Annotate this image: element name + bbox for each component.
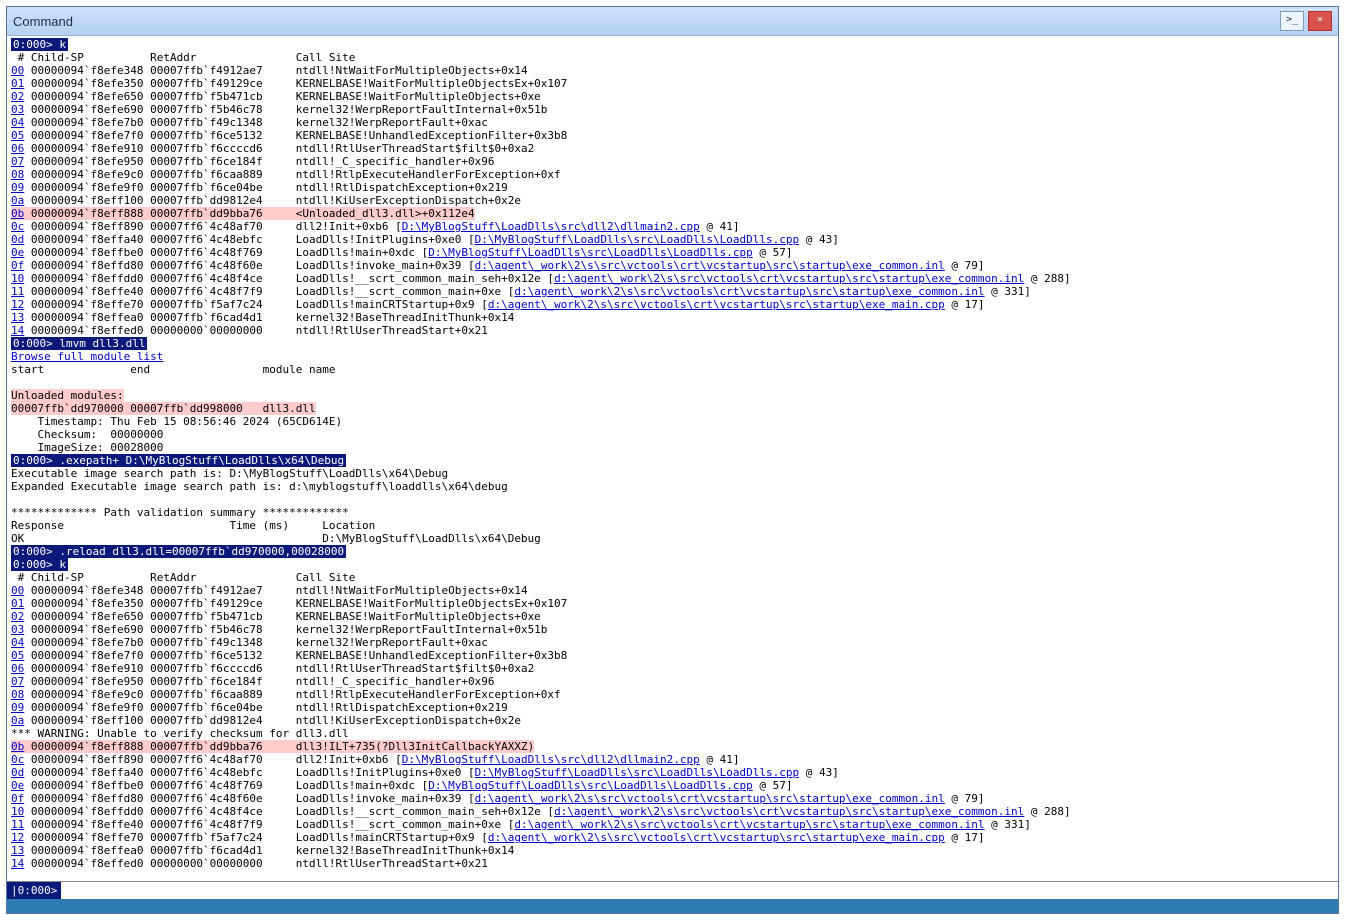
frame-link[interactable]: 10 — [11, 272, 24, 285]
source-link[interactable]: d:\agent\_work\2\s\src\vctools\crt\vcsta… — [475, 792, 945, 805]
prompt: 0:000> k — [11, 38, 68, 51]
frame-link[interactable]: 0e — [11, 779, 24, 792]
frame-link[interactable]: 08 — [11, 688, 24, 701]
frame-link[interactable]: 12 — [11, 298, 24, 311]
output-pane[interactable]: 0:000> k # Child-SP RetAddr Call Site 00… — [7, 36, 1338, 881]
frame-link[interactable]: 0f — [11, 792, 24, 805]
frame-link[interactable]: 0a — [11, 714, 24, 727]
frame-link[interactable]: 00 — [11, 64, 24, 77]
frame-link[interactable]: 0c — [11, 753, 24, 766]
prompt: 0:000> k — [11, 558, 68, 571]
frame-link[interactable]: 11 — [11, 818, 24, 831]
source-link[interactable]: d:\agent\_work\2\s\src\vctools\crt\vcsta… — [514, 818, 984, 831]
source-link[interactable]: d:\agent\_work\2\s\src\vctools\crt\vcsta… — [475, 259, 945, 272]
frame-link[interactable]: 05 — [11, 129, 24, 142]
frame-link[interactable]: 02 — [11, 90, 24, 103]
frame-link[interactable]: 13 — [11, 844, 24, 857]
input-prompt: |0:000> — [7, 882, 61, 899]
frame-link[interactable]: 06 — [11, 142, 24, 155]
frame-link[interactable]: 0d — [11, 233, 24, 246]
frame-link[interactable]: 12 — [11, 831, 24, 844]
frame-link[interactable]: 04 — [11, 636, 24, 649]
frame-link[interactable]: 03 — [11, 623, 24, 636]
frame-link[interactable]: 0b — [11, 740, 24, 753]
window-title: Command — [13, 15, 73, 28]
frame-link[interactable]: 05 — [11, 649, 24, 662]
frame-link[interactable]: 08 — [11, 168, 24, 181]
frame-link[interactable]: 0a — [11, 194, 24, 207]
source-link[interactable]: d:\agent\_work\2\s\src\vctools\crt\vcsta… — [554, 805, 1024, 818]
frame-link[interactable]: 10 — [11, 805, 24, 818]
highlighted-frame: 0b 00000094`f8eff888 00007ffb`dd9bba76 <… — [11, 207, 475, 220]
frame-link[interactable]: 07 — [11, 675, 24, 688]
frame-link[interactable]: 02 — [11, 610, 24, 623]
frame-link[interactable]: 09 — [11, 181, 24, 194]
console-icon[interactable]: >_ — [1280, 11, 1304, 31]
source-link[interactable]: D:\MyBlogStuff\LoadDlls\src\LoadDlls\Loa… — [428, 246, 753, 259]
frame-link[interactable]: 14 — [11, 324, 24, 337]
source-link[interactable]: D:\MyBlogStuff\LoadDlls\src\dll2\dllmain… — [402, 753, 700, 766]
frame-link[interactable]: 03 — [11, 103, 24, 116]
frame-link[interactable]: 06 — [11, 662, 24, 675]
frame-link[interactable]: 11 — [11, 285, 24, 298]
frame-link[interactable]: 07 — [11, 155, 24, 168]
frame-link[interactable]: 00 — [11, 584, 24, 597]
frame-link[interactable]: 09 — [11, 701, 24, 714]
command-input[interactable] — [61, 882, 1338, 899]
source-link[interactable]: d:\agent\_work\2\s\src\vctools\crt\vcsta… — [488, 298, 945, 311]
source-link[interactable]: D:\MyBlogStuff\LoadDlls\src\LoadDlls\Loa… — [475, 766, 800, 779]
frame-link[interactable]: 13 — [11, 311, 24, 324]
frame-link[interactable]: 0e — [11, 246, 24, 259]
unloaded-range: 00007ffb`dd970000 00007ffb`dd998000 dll3… — [11, 402, 316, 415]
frame-link[interactable]: 0c — [11, 220, 24, 233]
prompt: 0:000> lmvm dll3.dll — [11, 337, 147, 350]
titlebar: Command >_ × — [7, 7, 1338, 36]
close-button[interactable]: × — [1308, 11, 1332, 31]
unloaded-heading: Unloaded modules: — [11, 389, 124, 402]
source-link[interactable]: d:\agent\_work\2\s\src\vctools\crt\vcsta… — [488, 831, 945, 844]
source-link[interactable]: D:\MyBlogStuff\LoadDlls\src\LoadDlls\Loa… — [475, 233, 800, 246]
source-link[interactable]: d:\agent\_work\2\s\src\vctools\crt\vcsta… — [514, 285, 984, 298]
frame-link[interactable]: 0b — [11, 207, 24, 220]
browse-modules-link[interactable]: Browse full module list — [11, 350, 163, 363]
command-input-bar: |0:000> — [7, 881, 1338, 899]
source-link[interactable]: d:\agent\_work\2\s\src\vctools\crt\vcsta… — [554, 272, 1024, 285]
frame-link[interactable]: 0f — [11, 259, 24, 272]
prompt: 0:000> .reload dll3.dll=00007ffb`dd97000… — [11, 545, 346, 558]
frame-link[interactable]: 14 — [11, 857, 24, 870]
frame-link[interactable]: 0d — [11, 766, 24, 779]
prompt: 0:000> .exepath+ D:\MyBlogStuff\LoadDlls… — [11, 454, 346, 467]
source-link[interactable]: D:\MyBlogStuff\LoadDlls\src\LoadDlls\Loa… — [428, 779, 753, 792]
highlighted-frame: 0b 00000094`f8eff888 00007ffb`dd9bba76 d… — [11, 740, 534, 753]
source-link[interactable]: D:\MyBlogStuff\LoadDlls\src\dll2\dllmain… — [402, 220, 700, 233]
command-window: Command >_ × 0:000> k # Child-SP RetAddr… — [6, 6, 1339, 914]
status-bar — [7, 899, 1338, 913]
frame-link[interactable]: 04 — [11, 116, 24, 129]
frame-link[interactable]: 01 — [11, 597, 24, 610]
frame-link[interactable]: 01 — [11, 77, 24, 90]
